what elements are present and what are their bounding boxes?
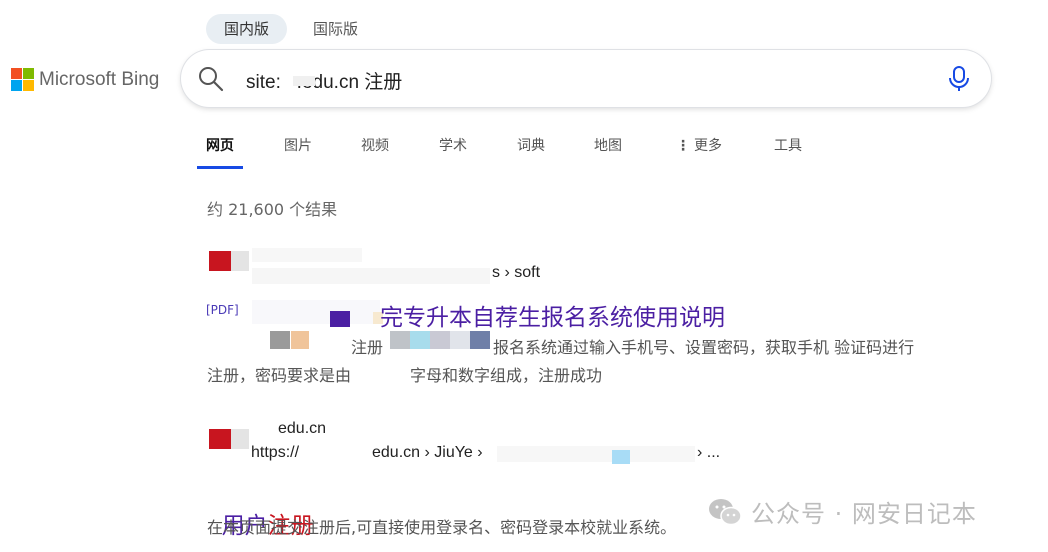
redacted-url <box>252 268 490 284</box>
tab-web[interactable]: 网页 <box>206 135 234 155</box>
microphone-icon[interactable] <box>948 65 970 93</box>
search-input[interactable]: site: .edu.cn 注册 <box>246 67 402 94</box>
result-snippet: 注册，密码要求是由 <box>207 366 352 385</box>
microsoft-logo-icon <box>11 68 34 91</box>
logo-text: Microsoft Bing <box>39 68 160 90</box>
redacted-title <box>252 300 380 324</box>
region-tab-international[interactable]: 国际版 <box>295 14 376 44</box>
redaction-pixel <box>470 331 490 349</box>
redaction-pixel <box>291 331 309 349</box>
tab-dictionary[interactable]: 词典 <box>517 135 545 155</box>
tab-videos[interactable]: 视频 <box>361 135 389 155</box>
site-favicon[interactable] <box>209 251 249 271</box>
tab-more-label: 更多 <box>694 138 722 154</box>
result-url[interactable]: › ... <box>697 444 720 462</box>
active-tab-indicator <box>197 166 243 169</box>
redacted-site-name <box>252 248 362 262</box>
result-title-link[interactable]: 完专升本自荐生报名系统使用说明 <box>380 298 725 332</box>
redaction-pixel <box>450 331 470 349</box>
tab-tools[interactable]: 工具 <box>774 135 802 155</box>
result-snippet: 报名系统通过输入手机号、设置密码，获取手机 验证码进行 <box>493 338 915 357</box>
pdf-badge: [PDF] <box>206 303 239 317</box>
tab-more[interactable]: ⋮ 更多 <box>676 135 722 155</box>
result-snippet: 注册 <box>351 338 384 357</box>
wechat-watermark: 公众号 · 网安日记本 <box>707 494 977 529</box>
region-tab-domestic[interactable]: 国内版 <box>206 14 288 44</box>
result-url[interactable]: edu.cn › JiuYe › <box>372 444 483 462</box>
result-snippet: 字母和数字组成，注册成功 <box>410 366 603 385</box>
tab-maps[interactable]: 地图 <box>594 135 622 155</box>
wechat-icon <box>709 498 742 525</box>
redaction-pixel <box>612 450 630 464</box>
redaction-pixel <box>430 331 450 349</box>
result-url[interactable]: s › soft <box>492 264 540 282</box>
site-favicon[interactable] <box>209 429 249 449</box>
redaction-pixel <box>330 311 350 327</box>
result-count: 约 21,600 个结果 <box>207 200 338 219</box>
watermark-text: 公众号 · 网安日记本 <box>751 500 977 528</box>
search-box[interactable]: site: .edu.cn 注册 <box>181 50 991 107</box>
redaction-pixel <box>270 331 290 349</box>
search-icon[interactable] <box>198 66 224 92</box>
result-snippet: 在本页面提交注册后,可直接使用登录名、密码登录本校就业系统。 <box>207 518 677 537</box>
bing-logo[interactable]: Microsoft Bing <box>11 68 159 91</box>
tab-images[interactable]: 图片 <box>284 135 312 155</box>
result-url[interactable]: https:// <box>251 444 299 462</box>
redacted-url <box>497 446 695 462</box>
result-site-name[interactable]: edu.cn <box>278 420 326 438</box>
redaction-pixel <box>390 331 410 349</box>
tab-academic[interactable]: 学术 <box>439 135 467 155</box>
redacted-domain <box>293 76 315 86</box>
redaction-pixel <box>410 331 430 349</box>
more-vertical-icon: ⋮ <box>676 138 690 154</box>
